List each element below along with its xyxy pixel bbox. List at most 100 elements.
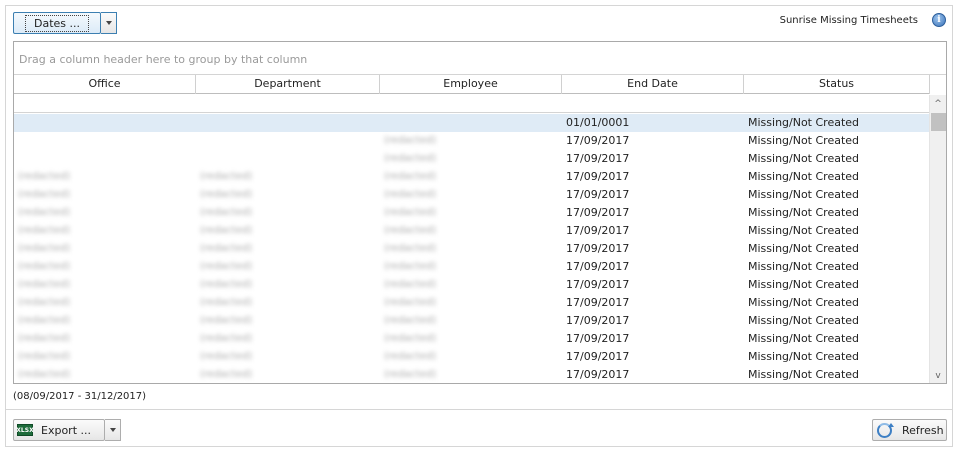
cell-end-date: 17/09/2017	[566, 368, 630, 381]
cell-end-date: 17/09/2017	[566, 332, 630, 345]
column-header-department[interactable]: Department	[196, 75, 380, 94]
cell-office	[14, 132, 196, 150]
cell-end-date: 17/09/2017	[566, 170, 630, 183]
cell-department: (redacted)	[200, 189, 253, 200]
table-row[interactable]: (redacted) (redacted) (redacted) 17/09/2017…	[14, 330, 930, 348]
dates-dropdown-arrow[interactable]	[101, 12, 117, 34]
dropdown-arrow-icon	[109, 428, 116, 432]
cell-status: Missing/Not Created	[748, 260, 860, 273]
cell-employee: (redacted)	[384, 135, 437, 146]
export-button[interactable]: XLSX Export ...	[13, 419, 105, 441]
cell-end-date: 17/09/2017	[566, 350, 630, 363]
cell-status: Missing/Not Created	[748, 332, 860, 345]
cell-employee: (redacted)	[384, 279, 437, 290]
cell-employee: (redacted)	[384, 333, 437, 344]
cell-end-date: 01/01/0001	[566, 116, 630, 129]
cell-employee: (redacted)	[384, 189, 437, 200]
cell-end-date: 17/09/2017	[566, 152, 630, 165]
export-dropdown-arrow[interactable]	[105, 419, 121, 441]
cell-end-date: 17/09/2017	[566, 188, 630, 201]
cell-office	[14, 114, 196, 132]
date-range-label: (08/09/2017 - 31/12/2017)	[13, 391, 147, 402]
table-row[interactable]: (redacted) (redacted) (redacted) 17/09/2017…	[14, 258, 930, 276]
cell-office: (redacted)	[18, 297, 71, 308]
table-row[interactable]: (redacted) (redacted) (redacted) 17/09/2017…	[14, 348, 930, 366]
cell-employee: (redacted)	[384, 315, 437, 326]
report-title: Sunrise Missing Timesheets	[779, 15, 918, 26]
vertical-scrollbar[interactable]: ^ v	[929, 95, 946, 383]
cell-employee: (redacted)	[384, 207, 437, 218]
scroll-thumb[interactable]	[931, 113, 946, 131]
cell-end-date: 17/09/2017	[566, 242, 630, 255]
table-row[interactable]: (redacted) (redacted) (redacted) 17/09/2017…	[14, 366, 930, 383]
column-header-end-date[interactable]: End Date	[562, 75, 744, 94]
cell-office: (redacted)	[18, 225, 71, 236]
table-row[interactable]: (redacted) (redacted) (redacted) 17/09/2017…	[14, 186, 930, 204]
cell-office: (redacted)	[18, 333, 71, 344]
cell-department: (redacted)	[200, 171, 253, 182]
dropdown-arrow-icon	[105, 21, 112, 25]
cell-employee: (redacted)	[384, 153, 437, 164]
scroll-down-icon[interactable]: v	[930, 367, 946, 383]
cell-department: (redacted)	[200, 207, 253, 218]
cell-department: (redacted)	[200, 351, 253, 362]
table-row[interactable]: (redacted) 17/09/2017 Missing/Not Created	[14, 132, 930, 150]
cell-status: Missing/Not Created	[748, 278, 860, 291]
table-row[interactable]: (redacted) (redacted) (redacted) 17/09/2017…	[14, 294, 930, 312]
cell-status: Missing/Not Created	[748, 116, 860, 129]
excel-icon: XLSX	[16, 424, 34, 436]
cell-end-date: 17/09/2017	[566, 260, 630, 273]
cell-department	[196, 114, 380, 132]
cell-office: (redacted)	[18, 171, 71, 182]
table-row[interactable]: (redacted) (redacted) (redacted) 17/09/2017…	[14, 276, 930, 294]
cell-department: (redacted)	[200, 279, 253, 290]
cell-status: Missing/Not Created	[748, 350, 860, 363]
column-header-employee[interactable]: Employee	[380, 75, 562, 94]
cell-office: (redacted)	[18, 315, 71, 326]
table-row[interactable]: 01/01/0001 Missing/Not Created	[14, 114, 930, 132]
cell-status: Missing/Not Created	[748, 206, 860, 219]
filter-row[interactable]	[14, 95, 930, 113]
refresh-icon	[877, 422, 894, 438]
dates-button[interactable]: Dates ...	[13, 12, 101, 34]
column-headers: Office Department Employee End Date Stat…	[14, 75, 930, 94]
table-row[interactable]: (redacted) 17/09/2017 Missing/Not Created	[14, 150, 930, 168]
cell-department: (redacted)	[200, 243, 253, 254]
cell-office: (redacted)	[18, 261, 71, 272]
column-header-office[interactable]: Office	[14, 75, 196, 94]
scroll-up-icon[interactable]: ^	[930, 95, 946, 112]
column-header-status[interactable]: Status	[744, 75, 930, 94]
refresh-button[interactable]: Refresh	[872, 419, 947, 441]
group-by-panel[interactable]: Drag a column header here to group by th…	[14, 42, 946, 75]
cell-department: (redacted)	[200, 333, 253, 344]
cell-status: Missing/Not Created	[748, 296, 860, 309]
cell-employee: (redacted)	[384, 351, 437, 362]
cell-office: (redacted)	[18, 279, 71, 290]
table-row[interactable]: (redacted) (redacted) (redacted) 17/09/2017…	[14, 312, 930, 330]
timesheet-grid: Drag a column header here to group by th…	[13, 41, 947, 384]
cell-status: Missing/Not Created	[748, 242, 860, 255]
cell-employee	[380, 114, 562, 132]
cell-office: (redacted)	[18, 351, 71, 362]
cell-department: (redacted)	[200, 225, 253, 236]
cell-department	[196, 132, 380, 150]
cell-status: Missing/Not Created	[748, 314, 860, 327]
table-row[interactable]: (redacted) (redacted) (redacted) 17/09/2017…	[14, 168, 930, 186]
cell-employee: (redacted)	[384, 171, 437, 182]
cell-employee: (redacted)	[384, 225, 437, 236]
cell-end-date: 17/09/2017	[566, 296, 630, 309]
table-row[interactable]: (redacted) (redacted) (redacted) 17/09/2017…	[14, 204, 930, 222]
cell-department	[196, 150, 380, 168]
cell-office: (redacted)	[18, 243, 71, 254]
footer-divider	[5, 409, 953, 410]
table-row[interactable]: (redacted) (redacted) (redacted) 17/09/2017…	[14, 240, 930, 258]
cell-status: Missing/Not Created	[748, 170, 860, 183]
cell-status: Missing/Not Created	[748, 188, 860, 201]
info-icon[interactable]: i	[932, 13, 946, 27]
cell-end-date: 17/09/2017	[566, 206, 630, 219]
table-row[interactable]: (redacted) (redacted) (redacted) 17/09/2017…	[14, 222, 930, 240]
cell-employee: (redacted)	[384, 369, 437, 380]
cell-office: (redacted)	[18, 189, 71, 200]
cell-end-date: 17/09/2017	[566, 278, 630, 291]
cell-office: (redacted)	[18, 207, 71, 218]
